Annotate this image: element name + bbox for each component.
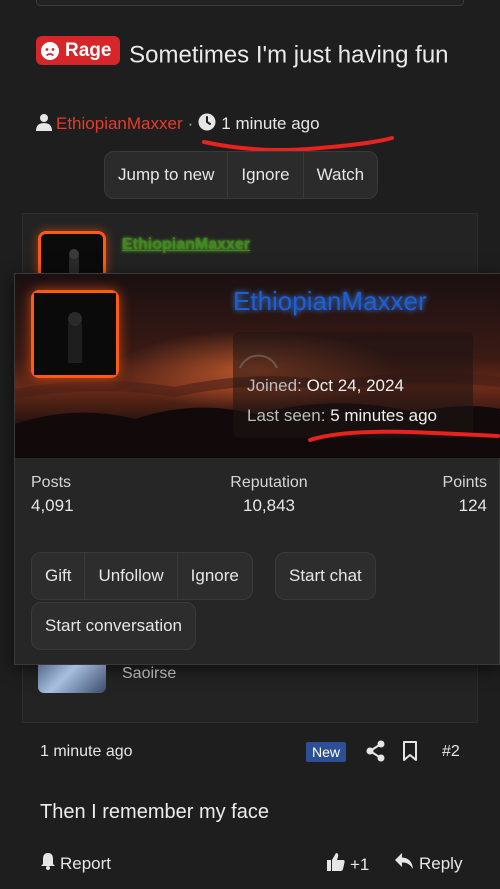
thread-title-text: Sometimes I'm just having fun (129, 41, 449, 69)
start-conversation-button[interactable]: Start conversation (32, 603, 195, 649)
reply-icon (394, 852, 414, 875)
thread-meta: EthiopianMaxxer · 1 minute ago (36, 112, 320, 136)
thread-author-link[interactable]: EthiopianMaxxer (56, 114, 183, 134)
post-time[interactable]: 1 minute ago (40, 743, 133, 761)
bell-icon (40, 852, 56, 875)
stat-posts[interactable]: Posts 4,091 (31, 474, 74, 516)
thumbs-up-icon (326, 852, 346, 877)
member-avatar[interactable] (31, 290, 119, 378)
quoted-username[interactable]: Saoirse (122, 665, 176, 683)
previous-card-edge (36, 0, 464, 6)
reply-label: Reply (419, 853, 463, 873)
share-icon[interactable] (366, 740, 386, 767)
message-avatar[interactable] (38, 231, 106, 279)
stat-points[interactable]: Points 124 (443, 474, 487, 516)
like-count: +1 (350, 854, 370, 874)
stat-label: Points (442, 474, 487, 491)
reply-button[interactable]: Reply (394, 852, 462, 875)
message-username-link[interactable]: EthiopianMaxxer (122, 236, 250, 254)
new-badge: New (306, 742, 347, 762)
report-button[interactable]: Report (40, 852, 111, 875)
clock-icon (198, 113, 216, 136)
post-number-link[interactable]: #2 (442, 743, 460, 761)
unfollow-button[interactable]: Unfollow (85, 553, 178, 599)
stat-label: Reputation (230, 474, 308, 491)
start-conversation-group: Start conversation (31, 602, 197, 650)
start-chat-group: Start chat (275, 552, 376, 600)
thread-prefix-badge[interactable]: Rage (36, 36, 121, 65)
watch-button[interactable]: Watch (304, 152, 378, 198)
joined-label: Joined: (247, 376, 302, 395)
member-info-box: Joined: Oct 24, 2024 Last seen: 5 minute… (233, 332, 473, 438)
report-label: Report (60, 853, 112, 873)
last-seen-label: Last seen: (247, 406, 326, 425)
message-arrow (58, 706, 86, 720)
last-seen-value: 5 minutes ago (330, 406, 437, 425)
joined-value: Oct 24, 2024 (306, 376, 404, 395)
member-name-link[interactable]: EthiopianMaxxer (233, 286, 427, 317)
user-icon (36, 113, 52, 136)
thread-time[interactable]: 1 minute ago (221, 114, 319, 134)
start-chat-button[interactable]: Start chat (276, 553, 375, 599)
page: Rage Sometimes I'm just having fun Ethio… (0, 0, 500, 889)
stat-value: 124 (458, 496, 487, 515)
stat-label: Posts (31, 474, 72, 491)
stat-value: 10,843 (243, 496, 295, 515)
gift-button[interactable]: Gift (32, 553, 86, 599)
saoirse-avatar[interactable] (38, 665, 106, 693)
member-stats: Posts 4,091 Reputation 10,843 Points 124 (31, 474, 487, 524)
bookmark-icon[interactable] (402, 740, 418, 767)
angry-face-icon (41, 41, 59, 60)
member-action-group: Gift Unfollow Ignore (31, 552, 253, 600)
post-footer: Report +1 Reply (40, 850, 462, 876)
stat-value: 4,091 (31, 496, 74, 515)
like-button[interactable]: +1 (326, 852, 369, 877)
ignore-thread-button[interactable]: Ignore (228, 152, 304, 198)
ignore-member-button[interactable]: Ignore (178, 553, 252, 599)
jump-to-new-button[interactable]: Jump to new (105, 152, 229, 198)
thread-title: Rage Sometimes I'm just having fun (36, 36, 476, 72)
joined-row: Joined: Oct 24, 2024 (247, 376, 404, 396)
thread-actions: Jump to new Ignore Watch (104, 151, 379, 199)
post-meta: 1 minute ago New #2 (40, 740, 462, 764)
last-seen-row: Last seen: 5 minutes ago (247, 406, 437, 426)
stat-reputation[interactable]: Reputation 10,843 (209, 474, 329, 516)
profile-banner: EthiopianMaxxer Joined: Oct 24, 2024 Las… (15, 274, 500, 458)
post-body: Then I remember my face (40, 801, 269, 823)
thread-prefix-label: Rage (65, 40, 112, 61)
meta-separator: · (187, 114, 194, 133)
member-tooltip: EthiopianMaxxer Joined: Oct 24, 2024 Las… (14, 273, 500, 665)
